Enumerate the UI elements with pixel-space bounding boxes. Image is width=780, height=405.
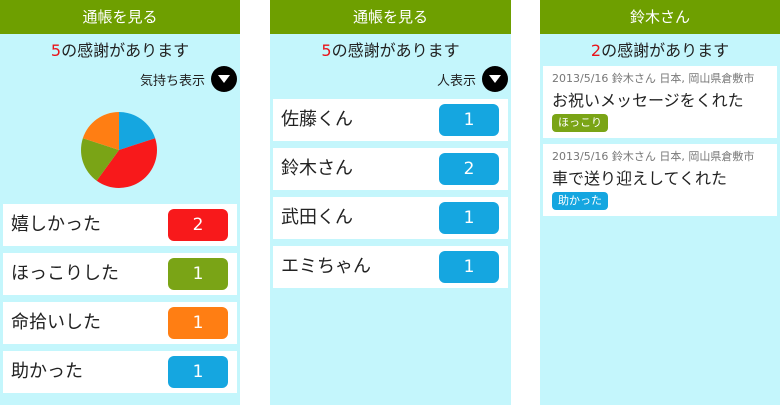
thanks-count-text: 5の感謝があります [270,41,511,61]
page-title: 通帳を見る [0,0,240,34]
person-view-panel: 通帳を見る 5の感謝があります 人表示 佐藤くん 1 鈴木さん 2 武田くん 1… [270,0,511,405]
feeling-label: 嬉しかった [11,214,101,235]
thanks-meta: 2013/5/16 鈴木さん 日本, 岡山県倉敷市 [552,150,755,163]
thanks-message: 車で送り迎えしてくれた [552,169,728,188]
feeling-row-ureshikatta[interactable]: 嬉しかった 2 [3,204,237,246]
person-row-takeda[interactable]: 武田くん 1 [273,197,508,239]
person-row-emi[interactable]: エミちゃん 1 [273,246,508,288]
thanks-count-suffix: の感謝があります [331,41,460,60]
feeling-count-badge: 1 [168,258,228,290]
thanks-count-text: 5の感謝があります [0,41,240,61]
person-count-badge: 1 [439,202,499,234]
thanks-message: お祝いメッセージをくれた [552,91,744,110]
view-toggle[interactable]: 気持ち表示 [140,66,237,92]
person-name: 佐藤くん [281,109,353,130]
feeling-row-hokkori[interactable]: ほっこりした 1 [3,253,237,295]
person-row-suzuki[interactable]: 鈴木さん 2 [273,148,508,190]
feeling-count-badge: 1 [168,356,228,388]
person-name: 武田くん [281,207,353,228]
thanks-count-text: 2の感謝があります [540,41,780,61]
feeling-pie-chart [81,112,157,188]
person-name: エミちゃん [281,256,371,277]
view-toggle[interactable]: 人表示 [437,66,508,92]
thanks-count: 2 [590,41,602,60]
view-toggle-label: 気持ち表示 [139,73,205,89]
feeling-label: 命拾いした [11,312,101,333]
feeling-count-badge: 1 [168,307,228,339]
feeling-view-panel: 通帳を見る 5の感謝があります 気持ち表示 嬉しかった 2 ほっこりした 1 命… [0,0,240,405]
feeling-tag: 助かった [552,192,608,210]
feeling-row-inochibiroi[interactable]: 命拾いした 1 [3,302,237,344]
page-title: 通帳を見る [270,0,511,34]
thanks-count: 5 [321,41,332,60]
thanks-count-suffix: の感謝があります [601,41,730,60]
person-row-sato[interactable]: 佐藤くん 1 [273,99,508,141]
thanks-card[interactable]: 2013/5/16 鈴木さん 日本, 岡山県倉敷市 車で送り迎えしてくれた 助か… [543,144,777,216]
thanks-count: 5 [50,41,62,60]
thanks-meta: 2013/5/16 鈴木さん 日本, 岡山県倉敷市 [552,72,755,85]
feeling-row-tasukatta[interactable]: 助かった 1 [3,351,237,393]
dropdown-arrow-icon[interactable] [482,66,508,92]
feeling-count-badge: 2 [168,209,228,241]
view-toggle-label: 人表示 [436,73,476,89]
thanks-card[interactable]: 2013/5/16 鈴木さん 日本, 岡山県倉敷市 お祝いメッセージをくれた ほ… [543,66,777,138]
feeling-label: ほっこりした [11,263,119,284]
person-detail-panel: 鈴木さん 2の感謝があります 2013/5/16 鈴木さん 日本, 岡山県倉敷市… [540,0,780,405]
person-name: 鈴木さん [281,158,353,179]
feeling-label: 助かった [11,361,83,382]
person-count-badge: 1 [439,251,499,283]
thanks-count-suffix: の感謝があります [61,41,190,60]
page-title: 鈴木さん [540,0,780,34]
person-count-badge: 2 [439,153,499,185]
feeling-tag: ほっこり [552,114,608,132]
person-count-badge: 1 [439,104,499,136]
dropdown-arrow-icon[interactable] [211,66,237,92]
